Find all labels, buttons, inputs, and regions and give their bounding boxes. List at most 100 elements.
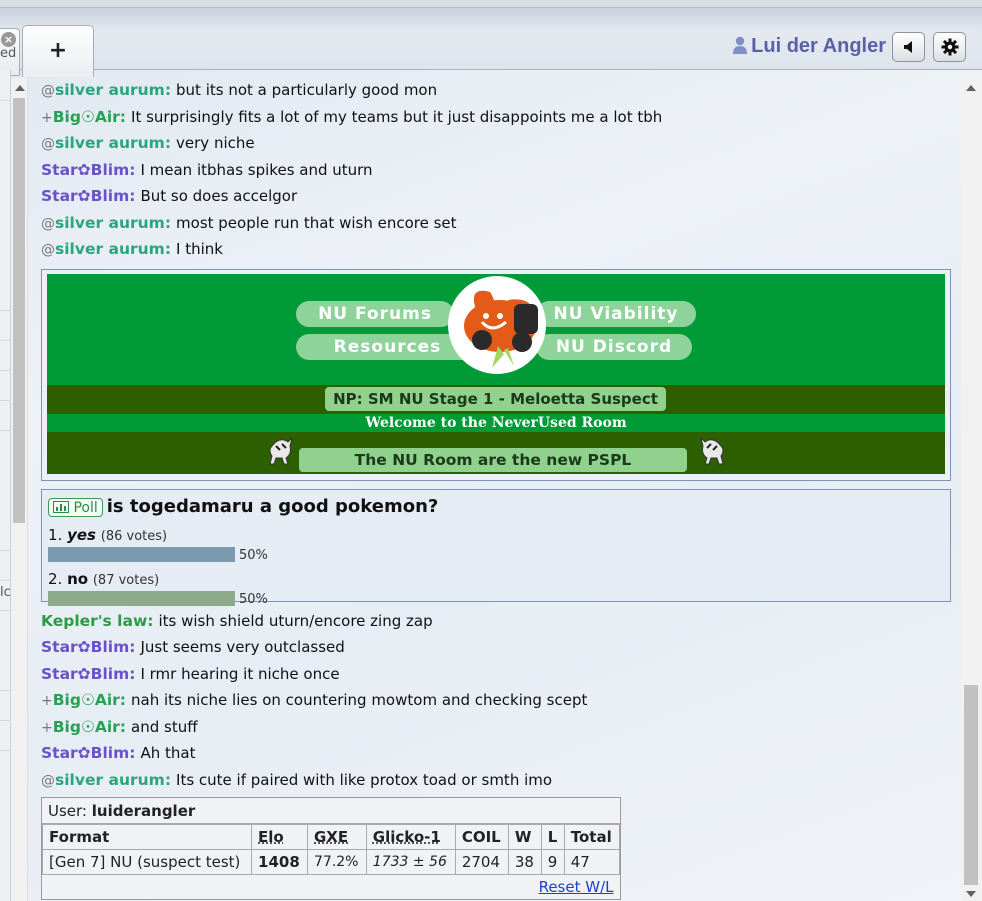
poll-option-label: yes [67, 525, 96, 544]
divider [0, 610, 11, 611]
col-wins: W [507, 824, 542, 850]
scrollbar-thumb[interactable] [13, 98, 25, 523]
chat-message-text: I mean itbhas spikes and uturn [140, 160, 373, 179]
news-label: The NU Room are the new PSPL Champions!! [299, 447, 687, 472]
chat-message-text: but its not a particularly good mon [176, 81, 438, 99]
chat-log: @silver aurum: but its not a particularly… [41, 78, 956, 900]
reset-row: Reset W/L [43, 875, 620, 899]
chat-message: @silver aurum: very niche [41, 131, 956, 158]
chat-message: Star✿Blim: Ah that [41, 741, 956, 768]
chat-message: Star✿Blim: Just seems very outclassed [41, 635, 956, 662]
divider [0, 310, 11, 311]
chat-message: @silver aurum: I think [41, 237, 956, 264]
chat-message: +Big☉Air: It surprisingly fits a lot of m… [41, 105, 956, 132]
poll-option: 1. yes (86 votes) [48, 526, 944, 546]
cell-gxe: 77.2% [307, 849, 367, 875]
chat-scrollbar[interactable] [961, 78, 982, 901]
poll-options: 1. yes (86 votes) 50% 2. no (87 votes) 50% [48, 526, 944, 610]
user-rank-symbol: @ [41, 215, 55, 232]
chat-message-text: Ah that [140, 744, 196, 762]
left-panel-text-fragment: lc [0, 585, 11, 600]
chat-username[interactable]: Big☉Air: [53, 108, 126, 126]
left-room-list-panel: lc [0, 70, 11, 901]
col-losses: L [540, 824, 565, 850]
chat-username[interactable]: silver aurum: [55, 81, 171, 99]
chat-username[interactable]: Big☉Air: [53, 691, 126, 709]
chat-username[interactable]: silver aurum: [55, 134, 171, 152]
chat-message-text: Its cute if paired with like protox toad… [176, 770, 553, 789]
user-rank-symbol: @ [41, 136, 55, 152]
banner-np-band: NP: SM NU Stage 1 - Meloetta Suspect [47, 384, 945, 414]
chat-message-text: I rmr hearing it niche once [140, 664, 340, 683]
chat-username[interactable]: silver aurum: [55, 240, 171, 258]
left-scrollbar[interactable] [11, 78, 28, 901]
scroll-down-arrow-icon[interactable] [966, 891, 976, 897]
poll-question: is togedamaru a good pokemon? [106, 495, 439, 517]
scrollbar-thumb[interactable] [964, 685, 978, 885]
col-format: Format [41, 824, 253, 850]
divider [0, 580, 11, 581]
nu-forums-link[interactable]: NU Forums [296, 300, 454, 327]
user-rank-symbol: @ [41, 83, 55, 99]
divider [0, 400, 11, 401]
scroll-up-arrow-icon[interactable] [966, 85, 976, 91]
room-intro-banner: NU Forums NU Viability Resources NU Disc… [41, 268, 951, 481]
chat-username[interactable]: Star✿Blim: [41, 638, 135, 656]
volume-icon [903, 41, 912, 53]
window-top-strip [0, 0, 982, 8]
cell-wins: 38 [507, 849, 542, 875]
divider [0, 340, 11, 341]
chat-message-text: its wish shield uturn/encore zing zap [158, 611, 433, 630]
chat-username[interactable]: silver aurum: [55, 214, 171, 232]
chat-username[interactable]: Star✿Blim: [41, 744, 135, 762]
user-rank-symbol: + [41, 719, 53, 736]
poll-result-bar [48, 546, 235, 562]
reset-wl-link[interactable]: Reset W/L [539, 878, 614, 896]
user-label: User: [48, 802, 92, 820]
poll-badge-label: Poll [73, 499, 98, 516]
chat-username[interactable]: Big☉Air: [53, 718, 126, 736]
chat-username[interactable]: Star✿Blim: [41, 665, 135, 683]
room-tab-partial[interactable]: × ed [0, 28, 20, 76]
cell-total: 47 [563, 849, 621, 875]
cell-coil: 2704 [454, 849, 509, 875]
chat-message-text: and stuff [131, 717, 198, 736]
chat-messages-after: Kepler's law: its wish shield uturn/encor… [41, 609, 956, 795]
nu-discord-link[interactable]: NU Discord [536, 333, 692, 360]
divider [0, 430, 11, 431]
chat-message: +Big☉Air: and stuff [41, 715, 956, 742]
col-elo: Elo [251, 824, 308, 850]
poll-box: Poll is togedamaru a good pokemon? 1. ye… [41, 488, 951, 607]
col-coil: COIL [454, 824, 509, 850]
chat-message: @silver aurum: Its cute if paired with li… [41, 768, 956, 795]
col-glicko: Glicko-1 [365, 824, 456, 850]
zebstrika-sprite-left-icon [269, 435, 293, 464]
poll-result-percent: 50% [239, 547, 268, 563]
rotom-mow-logo [448, 275, 546, 374]
poll-result-percent: 50% [239, 591, 268, 607]
col-total: Total [563, 824, 621, 850]
chat-message-text: But so does accelgor [140, 187, 298, 205]
scroll-up-arrow-icon[interactable] [15, 85, 25, 91]
chat-messages-before: @silver aurum: but its not a particularly… [41, 78, 956, 264]
chat-message-text: Just seems very outclassed [140, 638, 345, 656]
nu-viability-link[interactable]: NU Viability [536, 300, 696, 327]
chat-message: +Big☉Air: nah its niche lies on counterin… [41, 688, 956, 715]
volume-button[interactable] [892, 32, 925, 62]
banner-news-band: The NU Room are the new PSPL Champions!! [47, 431, 945, 474]
divider [0, 720, 11, 721]
ranking-data-row: [Gen 7] NU (suspect test) 1408 77.2% 173… [41, 849, 621, 875]
settings-button[interactable] [933, 32, 966, 62]
user-name-button[interactable]: Lui der Angler [733, 34, 886, 58]
chat-username[interactable]: Star✿Blim: [41, 161, 135, 179]
now-playing-label: NP: SM NU Stage 1 - Meloetta Suspect [325, 386, 666, 411]
chat-username[interactable]: Star✿Blim: [41, 187, 135, 205]
close-icon[interactable]: × [1, 32, 16, 47]
chat-username[interactable]: silver aurum: [55, 771, 171, 789]
cell-format: [Gen 7] NU (suspect test) [41, 849, 253, 875]
chat-username[interactable]: Kepler's law: [41, 612, 153, 630]
room-tab-partial-label: ed [0, 46, 17, 61]
user-name-label: Lui der Angler [751, 35, 886, 57]
new-room-tab-button[interactable]: + [22, 25, 94, 77]
user-icon [733, 36, 748, 54]
